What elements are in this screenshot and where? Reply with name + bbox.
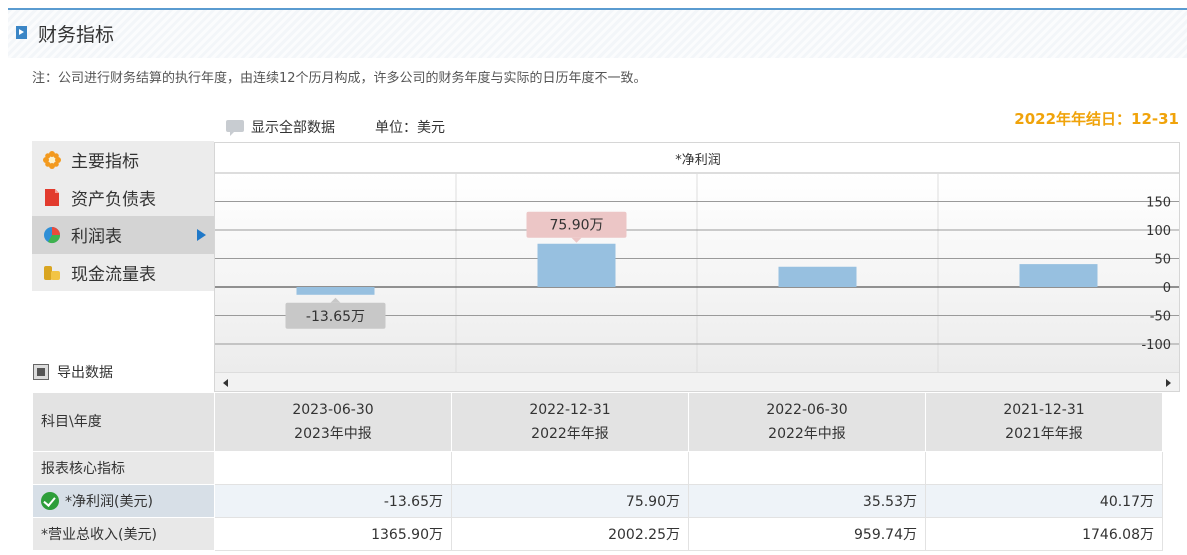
triangle-right-icon [197,229,206,241]
bar [537,243,616,287]
chart-scrollbar[interactable] [215,372,1179,391]
table-row[interactable]: *营业总收入(美元) 1365.90万 2002.25万 959.74万 174… [32,517,1163,551]
empty-cell [925,451,1163,485]
table-cell: 35.53万 [688,484,926,518]
table-cell: 1365.90万 [214,517,452,551]
column-date: 2021-12-31 [1003,402,1085,418]
column-header: 2022-06-30 2022年中报 [688,392,926,452]
export-data-button[interactable]: 导出数据 [33,362,113,382]
column-header: 2021-12-31 2021年年报 [925,392,1163,452]
table-cell: 959.74万 [688,517,926,551]
column-date: 2022-12-31 [529,402,611,418]
unit-label: 单位：美元 [375,120,445,136]
year-end-label: 2022年年结日：12-31 [1014,110,1179,128]
financial-table: 科目\年度 2023-06-30 2023年中报 2022-12-31 2022年年… [32,392,1163,551]
menu-item-label: 主要指标 [71,152,139,173]
speech-bubble-icon[interactable] [226,120,244,136]
menu-item-cash-flow[interactable]: 现金流量表 [32,253,214,291]
scroll-right-icon[interactable] [1166,379,1171,387]
pie-chart-icon [42,225,62,245]
section-title: 财务指标 [38,24,115,46]
row-label[interactable]: *净利润(美元) [32,484,215,518]
chart-plot: 150 100 50 0 -50 -100 -13.65万 75.90万 [215,172,1179,372]
scroll-left-icon[interactable] [223,379,228,387]
statement-menu: 主要指标 资产负债表 利润表 现金流量表 [32,141,214,291]
menu-item-main-indicators[interactable]: 主要指标 [32,141,214,179]
table-cell: 75.90万 [451,484,689,518]
y-tick-label: -50 [1150,310,1171,325]
column-period: 2023年中报 [294,426,372,442]
y-tick-label: -100 [1141,338,1171,353]
section-row: 报表核心指标 [32,451,1163,485]
bar [1019,264,1098,287]
data-label: -13.65万 [306,309,365,325]
column-period: 2022年中报 [768,426,846,442]
column-date: 2022-06-30 [766,402,848,418]
table-cell: -13.65万 [214,484,452,518]
y-tick-label: 100 [1146,224,1171,239]
show-all-data-toggle[interactable]: 显示全部数据 [251,117,335,137]
expand-arrow-icon[interactable] [16,26,27,39]
menu-item-balance-sheet[interactable]: 资产负债表 [32,178,214,216]
table-cell: 1746.08万 [925,517,1163,551]
fiscal-year-note: 注：公司进行财务结算的执行年度，由连续12个历月构成，许多公司的财务年度与实际的… [32,71,647,86]
gear-flower-icon [42,150,62,170]
section-label: 报表核心指标 [32,451,215,485]
document-icon [42,187,62,207]
table-cell: 2002.25万 [451,517,689,551]
menu-item-label: 现金流量表 [71,264,156,285]
bar [296,287,375,295]
export-icon [33,364,49,380]
table-header-row: 科目\年度 2023-06-30 2023年中报 2022-12-31 2022年年… [32,392,1163,452]
column-header: 2022-12-31 2022年年报 [451,392,689,452]
export-label: 导出数据 [57,365,113,381]
empty-cell [214,451,452,485]
column-date: 2023-06-30 [292,402,374,418]
bar [778,266,857,287]
column-period: 2021年年报 [1005,426,1083,442]
section-header: 财务指标 [8,8,1187,58]
row-label[interactable]: *营业总收入(美元) [32,517,215,551]
empty-cell [688,451,926,485]
net-profit-chart: *净利润 150 100 50 0 -50 -100 -13.65万 75.90万 [214,142,1180,392]
menu-item-label: 资产负债表 [71,189,156,210]
row-label-text: *营业总收入(美元) [41,527,157,543]
column-period: 2022年年报 [531,426,609,442]
menu-item-label: 利润表 [71,227,122,248]
table-row[interactable]: *净利润(美元) -13.65万 75.90万 35.53万 40.17万 [32,484,1163,518]
corner-cell: 科目\年度 [32,392,215,452]
coins-icon [42,262,62,282]
table-cell: 40.17万 [925,484,1163,518]
check-icon [41,492,59,510]
empty-cell [451,451,689,485]
data-label: 75.90万 [549,218,603,234]
row-label-text: *净利润(美元) [65,494,153,510]
y-tick-label: 150 [1146,196,1171,211]
y-tick-label: 0 [1163,281,1171,296]
y-tick-label: 50 [1154,253,1171,268]
column-header: 2023-06-30 2023年中报 [214,392,452,452]
menu-item-income-statement[interactable]: 利润表 [32,216,214,254]
